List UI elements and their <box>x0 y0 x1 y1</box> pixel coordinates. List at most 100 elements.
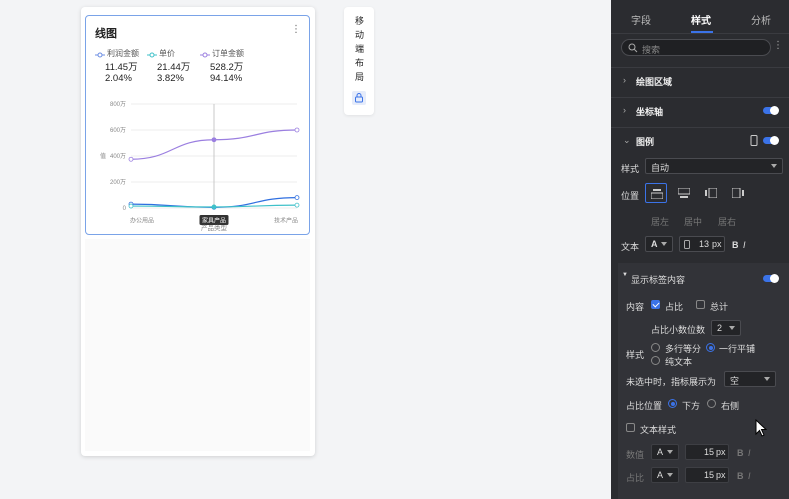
y-axis-ticks: 0 200万 400万 600万 800万 <box>110 101 127 212</box>
font-color-icon: A <box>651 239 658 249</box>
value-italic-button[interactable]: I <box>748 448 751 458</box>
chevron-right-icon: › <box>623 105 626 115</box>
show-label-toggle[interactable] <box>763 274 779 283</box>
tab-style[interactable]: 样式 <box>691 12 711 27</box>
ratio-style-label: 占比 <box>626 473 645 483</box>
legend-position-label: 位置 <box>621 191 640 201</box>
caret-down-icon[interactable]: ▼ <box>622 272 628 278</box>
data-point <box>211 137 217 143</box>
legend-toggle[interactable] <box>763 136 779 145</box>
legend-style-select[interactable]: 自动 <box>645 158 783 174</box>
legend-item[interactable]: 单价 21.44万 3.82% <box>147 48 207 84</box>
ratio-position-label: 占比位置 <box>626 401 663 411</box>
layout-left-icon <box>705 188 717 198</box>
search-placeholder: 搜索 <box>642 45 661 55</box>
panel-tabs: 字段 样式 分析 <box>611 0 789 34</box>
y-tick-label: 200万 <box>110 179 126 186</box>
position-left-button[interactable] <box>700 183 722 203</box>
lock-icon[interactable] <box>352 91 366 105</box>
total-checkbox[interactable] <box>696 300 705 309</box>
italic-button[interactable]: I <box>743 240 746 250</box>
data-point <box>294 127 300 133</box>
chevron-right-icon: › <box>623 75 626 85</box>
text-style-checkbox[interactable] <box>626 423 635 432</box>
section-plot-area[interactable]: › 绘图区域 <box>611 67 789 91</box>
unselected-select[interactable]: 空 <box>724 371 776 387</box>
position-top-button[interactable] <box>645 183 667 203</box>
ratio-checkbox[interactable] <box>651 300 660 309</box>
ratio-below-radio[interactable] <box>668 399 677 408</box>
data-point <box>128 203 134 209</box>
x-tick-label: 办公用品 <box>130 217 154 225</box>
value-bold-button[interactable]: B <box>737 448 744 458</box>
style-multiline-radio[interactable] <box>651 343 660 352</box>
more-options-icon[interactable]: ⋮ <box>773 40 783 51</box>
chevron-down-icon <box>771 164 777 168</box>
align-center-option[interactable]: 居中 <box>684 215 702 228</box>
mobile-layout-button[interactable]: 移动端布局 <box>344 7 374 115</box>
tab-analysis[interactable]: 分析 <box>751 12 771 27</box>
style-plain-text-radio[interactable] <box>651 356 660 365</box>
mobile-icon[interactable] <box>750 135 758 146</box>
legend-line-icon <box>200 51 210 58</box>
total-option-label: 总计 <box>710 302 729 312</box>
legend-line-icon <box>95 51 105 58</box>
y-tick-label: 400万 <box>110 153 126 160</box>
legend-item[interactable]: 订单金额 528.2万 94.14% <box>200 48 260 84</box>
layout-bottom-icon <box>678 188 690 198</box>
show-label-title: 显示标签内容 <box>631 275 686 285</box>
data-point <box>294 202 300 208</box>
align-left-option[interactable]: 居左 <box>651 215 669 228</box>
more-icon[interactable]: ⋮ <box>291 25 301 35</box>
font-color-select[interactable]: A <box>645 236 673 252</box>
canvas-empty-area <box>85 239 310 451</box>
chart-card[interactable]: 线图 ⋮ 利润金额 11.45万 2.04% 单价 21.44万 3.82% 订… <box>85 15 310 235</box>
font-size-icon <box>684 240 690 249</box>
active-tab-indicator <box>691 31 713 33</box>
chevron-down-icon <box>764 377 770 381</box>
y-tick-label: 800万 <box>110 101 126 108</box>
label-style-label: 样式 <box>626 350 645 360</box>
search-icon <box>628 43 638 53</box>
content-label: 内容 <box>626 302 645 312</box>
bold-button[interactable]: B <box>732 240 739 250</box>
ratio-bold-button[interactable]: B <box>737 471 744 481</box>
chevron-down-icon <box>729 326 735 330</box>
value-font-size-input[interactable]: 15 px <box>685 444 729 460</box>
font-color-icon: A <box>657 447 664 457</box>
chart-title: 线图 <box>95 28 117 40</box>
tab-fields[interactable]: 字段 <box>631 12 651 27</box>
x-axis-ticks: 办公用品 家具产品 技术产品 <box>130 215 298 225</box>
axis-toggle[interactable] <box>763 106 779 115</box>
ratio-right-radio[interactable] <box>707 399 716 408</box>
search-input[interactable]: 搜索 <box>621 39 771 56</box>
y-axis-label: 值 <box>100 152 106 160</box>
data-point <box>211 204 217 210</box>
decimal-select[interactable]: 2 <box>711 320 741 336</box>
ratio-font-color-select[interactable]: A <box>651 467 679 483</box>
style-single-line-radio[interactable] <box>706 343 715 352</box>
legend-item[interactable]: 利润金额 11.45万 2.04% <box>95 48 155 84</box>
data-point <box>294 195 300 200</box>
section-legend[interactable]: ⌄ 图例 <box>611 127 789 151</box>
decimal-label: 占比小数位数 <box>651 325 706 335</box>
x-axis-label: 产品类型 <box>201 223 228 231</box>
position-right-button[interactable] <box>727 183 749 203</box>
legend-ratio: 94.14% <box>210 73 243 84</box>
align-right-option[interactable]: 居右 <box>718 215 736 228</box>
ratio-italic-button[interactable]: I <box>748 471 751 481</box>
position-bottom-button[interactable] <box>673 183 695 203</box>
section-axis[interactable]: › 坐标轴 <box>611 97 789 121</box>
mobile-canvas: 线图 ⋮ 利润金额 11.45万 2.04% 单价 21.44万 3.82% 订… <box>81 7 315 456</box>
line-chart[interactable]: 0 200万 400万 600万 800万 办公用品 家具产品 技术产品 值 产品类型 <box>86 86 311 231</box>
mouse-cursor-icon <box>755 419 768 437</box>
legend-line-icon <box>147 51 157 58</box>
ratio-font-size-input[interactable]: 15 px <box>685 467 729 483</box>
y-tick-label: 0 <box>123 206 127 212</box>
legend-style-label: 样式 <box>621 164 640 174</box>
unselected-label: 未选中时，指标展示为 <box>626 377 717 387</box>
legend-text-label: 文本 <box>621 242 640 252</box>
value-font-color-select[interactable]: A <box>651 444 679 460</box>
mobile-layout-label: 移动端布局 <box>354 16 364 86</box>
font-size-input[interactable]: 13 px <box>679 236 725 252</box>
